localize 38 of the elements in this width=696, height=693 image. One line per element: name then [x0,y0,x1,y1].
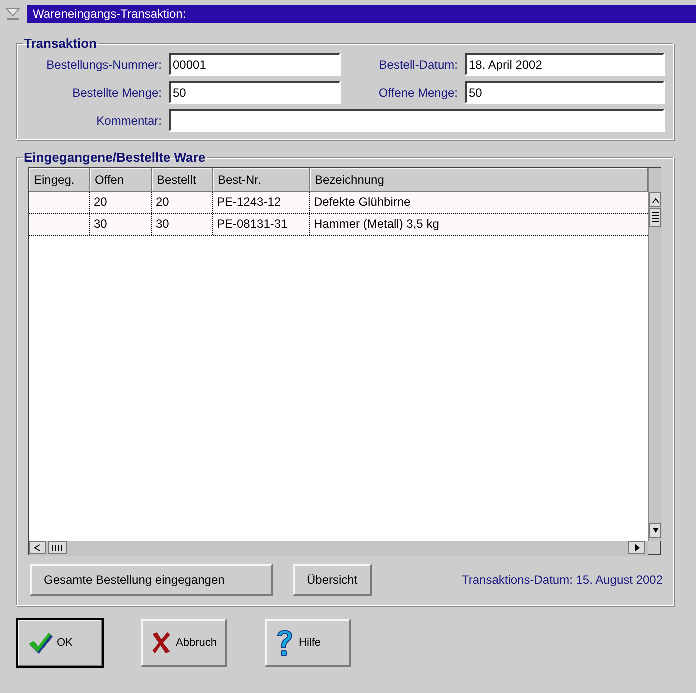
group-title: Eingegangene/Bestellte Ware [23,150,207,165]
table-cell: 30 [90,214,152,235]
column-header[interactable]: Bestellt [152,168,213,192]
column-header[interactable]: Offen [90,168,152,192]
table-cell: PE-1243-12 [213,192,310,213]
table-cell: 30 [152,214,213,235]
window-menu-icon[interactable] [5,6,21,22]
overview-button[interactable]: Übersicht [293,564,372,596]
table-cell: 20 [152,192,213,213]
cancel-button[interactable]: Abbruch [141,619,227,667]
horizontal-scrollbar[interactable] [29,541,648,556]
transaction-date: Transaktions-Datum: 15. August 2002 [462,573,663,587]
ok-button[interactable]: OK [17,619,103,667]
receive-all-button[interactable]: Gesamte Bestellung eingegangen [30,564,273,596]
vertical-scrollbar[interactable] [648,168,662,541]
input-field[interactable]: 50 [169,81,341,104]
input-field[interactable] [169,109,665,132]
field-label: Kommentar: [96,114,162,128]
field-label: Bestellte Menge: [72,86,162,100]
help-button[interactable]: Hilfe [265,619,351,667]
table-cell-text: Hammer (Metall) 3,5 kg [313,216,440,233]
check-icon [27,631,53,655]
field-label: Offene Menge: [378,86,458,100]
table-cell: 20 [90,192,152,213]
window-title: Wareneingangs-Transaktion: [27,5,696,23]
table-cell: PE-08131-31 [213,214,310,235]
field-label: Bestellungs-Nummer: [46,58,162,72]
input-field[interactable]: 18. April 2002 [465,53,665,76]
group-title: Transaktion [23,36,98,51]
input-field[interactable]: 00001 [169,53,341,76]
input-field[interactable]: 50 [465,81,665,104]
column-header[interactable]: Best-Nr. [213,168,310,192]
table-cell-text: Defekte Glühbirne [313,194,412,211]
field-label: Bestell-Datum: [378,58,458,72]
cross-icon [151,630,172,656]
column-header[interactable]: Eingeg. [29,168,90,192]
question-icon [275,628,295,658]
column-header[interactable]: Bezeichnung [310,168,648,192]
